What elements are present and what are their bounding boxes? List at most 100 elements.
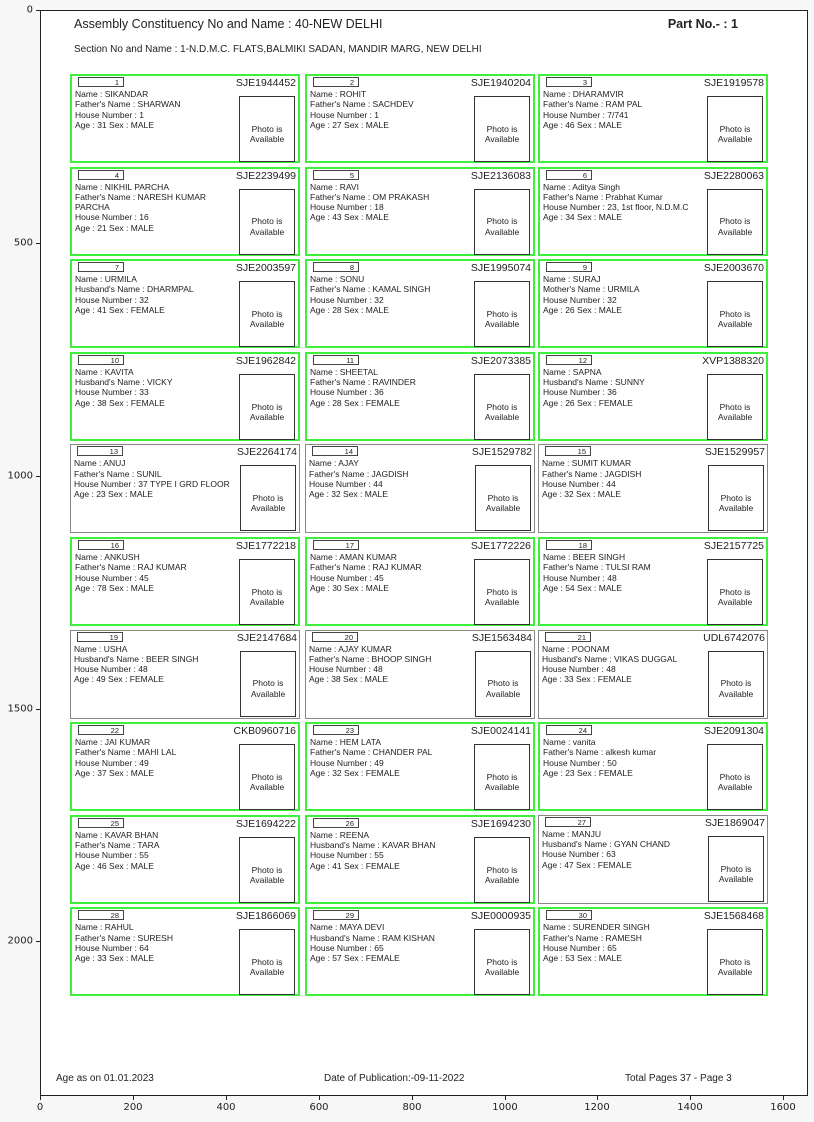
- voter-name: Name : SHEETAL: [310, 366, 378, 377]
- house-number: House Number : 36: [543, 387, 617, 398]
- house-number: House Number : 49: [310, 757, 384, 768]
- voter-name: Name : SURAJ: [543, 274, 601, 285]
- voter-name: Name : KAVITA: [75, 366, 134, 377]
- age-sex: Age : 32 Sex : FEMALE: [310, 768, 400, 779]
- photo-text: Photo is: [251, 957, 283, 968]
- photo-text: Available: [718, 873, 754, 884]
- age-sex: Age : 57 Sex : FEMALE: [310, 953, 400, 964]
- relation-name: Father's Name : SURESH: [75, 932, 173, 943]
- voter-card: 26 SJE1694230 Name : REENA Husband's Name :…: [305, 814, 535, 904]
- serial-number: 24: [546, 725, 592, 736]
- photo-text: Available: [484, 411, 520, 422]
- voter-card: 4 SJE2239499 Name : NIKHIL PARCHA Father's …: [70, 166, 300, 256]
- photo-placeholder: Photo is Available: [240, 465, 296, 532]
- house-number: House Number : 23, 1st floor, N.D.M.C: [543, 202, 689, 213]
- house-number: House Number : 48: [74, 664, 148, 675]
- age-sex: Age : 28 Sex : MALE: [310, 305, 389, 316]
- voter-card: 21 UDL6742076 Name : POONAM Husband's Name …: [538, 629, 768, 719]
- voter-card: 14 SJE1529782 Name : AJAY Father's Name : J…: [305, 444, 535, 534]
- voter-name: Name : USHA: [74, 643, 128, 654]
- age-sex: Age : 30 Sex : MALE: [310, 582, 389, 593]
- house-number: House Number : 63: [542, 849, 616, 860]
- photo-text: Available: [484, 597, 520, 607]
- epic-number: SJE2147684: [236, 631, 297, 644]
- age-sex: Age : 27 Sex : MALE: [310, 119, 389, 130]
- photo-placeholder: Photo is Available: [474, 559, 530, 625]
- voter-details: Name : ANKUSH Father's Name : RAJ KUMAR Ho…: [75, 552, 243, 593]
- constituency-title: Assembly Constituency No and Name : 40-N…: [74, 17, 383, 31]
- relation-name: Husband's Name : DHARMPAL: [75, 284, 194, 295]
- voter-card: 12 XVP1388320 Name : SAPNA Husband's Name :…: [538, 351, 768, 441]
- epic-number: SJE1529782: [471, 446, 532, 459]
- photo-placeholder: Photo is Available: [239, 744, 295, 811]
- photo-text: Available: [249, 967, 285, 978]
- photo-text: Photo is: [719, 401, 751, 412]
- serial-number: 30: [546, 910, 592, 921]
- relation-name: Father's Name : JAGDISH: [542, 468, 642, 479]
- serial-number: 15: [545, 446, 591, 457]
- x-tick-label: 800: [402, 1102, 422, 1113]
- serial-number: 3: [546, 77, 592, 87]
- photo-placeholder: Photo is Available: [239, 836, 295, 903]
- relation-name: Husband's Name : KAVAR BHAN: [310, 840, 436, 851]
- epic-number: SJE0000935: [470, 910, 531, 923]
- voter-details: Name : BEER SINGH Father's Name : TULSI R…: [543, 552, 711, 593]
- relation-name: Father's Name : RAJ KUMAR: [310, 562, 422, 573]
- epic-number: SJE1919578: [703, 77, 764, 89]
- house-number: House Number : 65: [543, 942, 617, 953]
- photo-text: Photo is: [719, 957, 751, 968]
- voter-card: 3 SJE1919578 Name : DHARAMVIR Father's Name…: [538, 74, 768, 163]
- x-tick-label: 1000: [492, 1102, 518, 1113]
- voter-name: Name : vanita: [543, 737, 596, 748]
- photo-text: Available: [717, 226, 753, 237]
- voter-details: Name : SURENDER SINGH Father's Name : RAM…: [543, 922, 711, 963]
- photo-text: Available: [484, 967, 520, 978]
- photo-text: Photo is: [251, 401, 283, 412]
- epic-number: SJE1866069: [235, 910, 296, 923]
- photo-placeholder: Photo is Available: [707, 744, 763, 811]
- age-sex: Age : 33 Sex : FEMALE: [542, 674, 632, 685]
- relation-name: Husband's Name : BEER SINGH: [74, 653, 199, 664]
- serial-number: 12: [546, 354, 592, 365]
- relation-name: Husband's Name : GYAN CHAND: [542, 839, 671, 850]
- photo-text: Photo is: [251, 216, 283, 227]
- voter-card: 11 SJE2073385 Name : SHEETAL Father's Name …: [305, 351, 535, 441]
- serial-number: 28: [78, 910, 124, 921]
- house-number: House Number : 36: [310, 387, 384, 398]
- epic-number: CKB0960716: [233, 725, 296, 738]
- serial-number: 4: [78, 169, 124, 180]
- photo-placeholder: Photo is Available: [707, 96, 763, 162]
- photo-text: Available: [718, 503, 754, 514]
- x-tick-mark: [319, 1096, 320, 1100]
- x-tick-mark: [412, 1096, 413, 1100]
- photo-text: Available: [717, 597, 753, 607]
- epic-number: SJE0024141: [470, 725, 531, 738]
- relation-name: Father's Name : SHARWAN: [75, 99, 181, 110]
- serial-number: 20: [312, 631, 358, 642]
- house-number: House Number : 55: [310, 850, 384, 861]
- voter-details: Name : USHA Husband's Name : BEER SINGH Ho…: [74, 644, 242, 685]
- epic-number: SJE1940204: [470, 77, 531, 89]
- age-as-on: Age as on 01.01.2023: [56, 1073, 154, 1084]
- y-tick-mark: [36, 243, 40, 244]
- y-tick-mark: [36, 476, 40, 477]
- photo-text: Available: [485, 503, 521, 514]
- photo-text: Photo is: [719, 123, 751, 134]
- voter-card: 23 SJE0024141 Name : HEM LATA Father's Name…: [305, 722, 535, 812]
- age-sex: Age : 21 Sex : MALE: [75, 222, 154, 233]
- epic-number: SJE2280063: [703, 169, 764, 182]
- voter-name: Name : RAHUL: [75, 922, 134, 933]
- relation-name: Father's Name : OM PRAKASH: [310, 191, 430, 202]
- voter-details: Name : SONU Father's Name : KAMAL SINGH Ho…: [310, 274, 478, 315]
- age-sex: Age : 38 Sex : MALE: [309, 674, 388, 685]
- photo-placeholder: Photo is Available: [239, 929, 295, 996]
- photo-placeholder: Photo is Available: [239, 281, 295, 348]
- epic-number: SJE2003670: [703, 262, 764, 275]
- relation-name: Father's Name : CHANDER PAL: [310, 747, 433, 758]
- epic-number: SJE2264174: [236, 446, 297, 459]
- x-tick-label: 1400: [677, 1102, 703, 1113]
- age-sex: Age : 23 Sex : MALE: [74, 489, 153, 500]
- x-tick-mark: [597, 1096, 598, 1100]
- photo-text: Available: [484, 874, 520, 885]
- voter-name: Name : ANUJ: [74, 458, 126, 469]
